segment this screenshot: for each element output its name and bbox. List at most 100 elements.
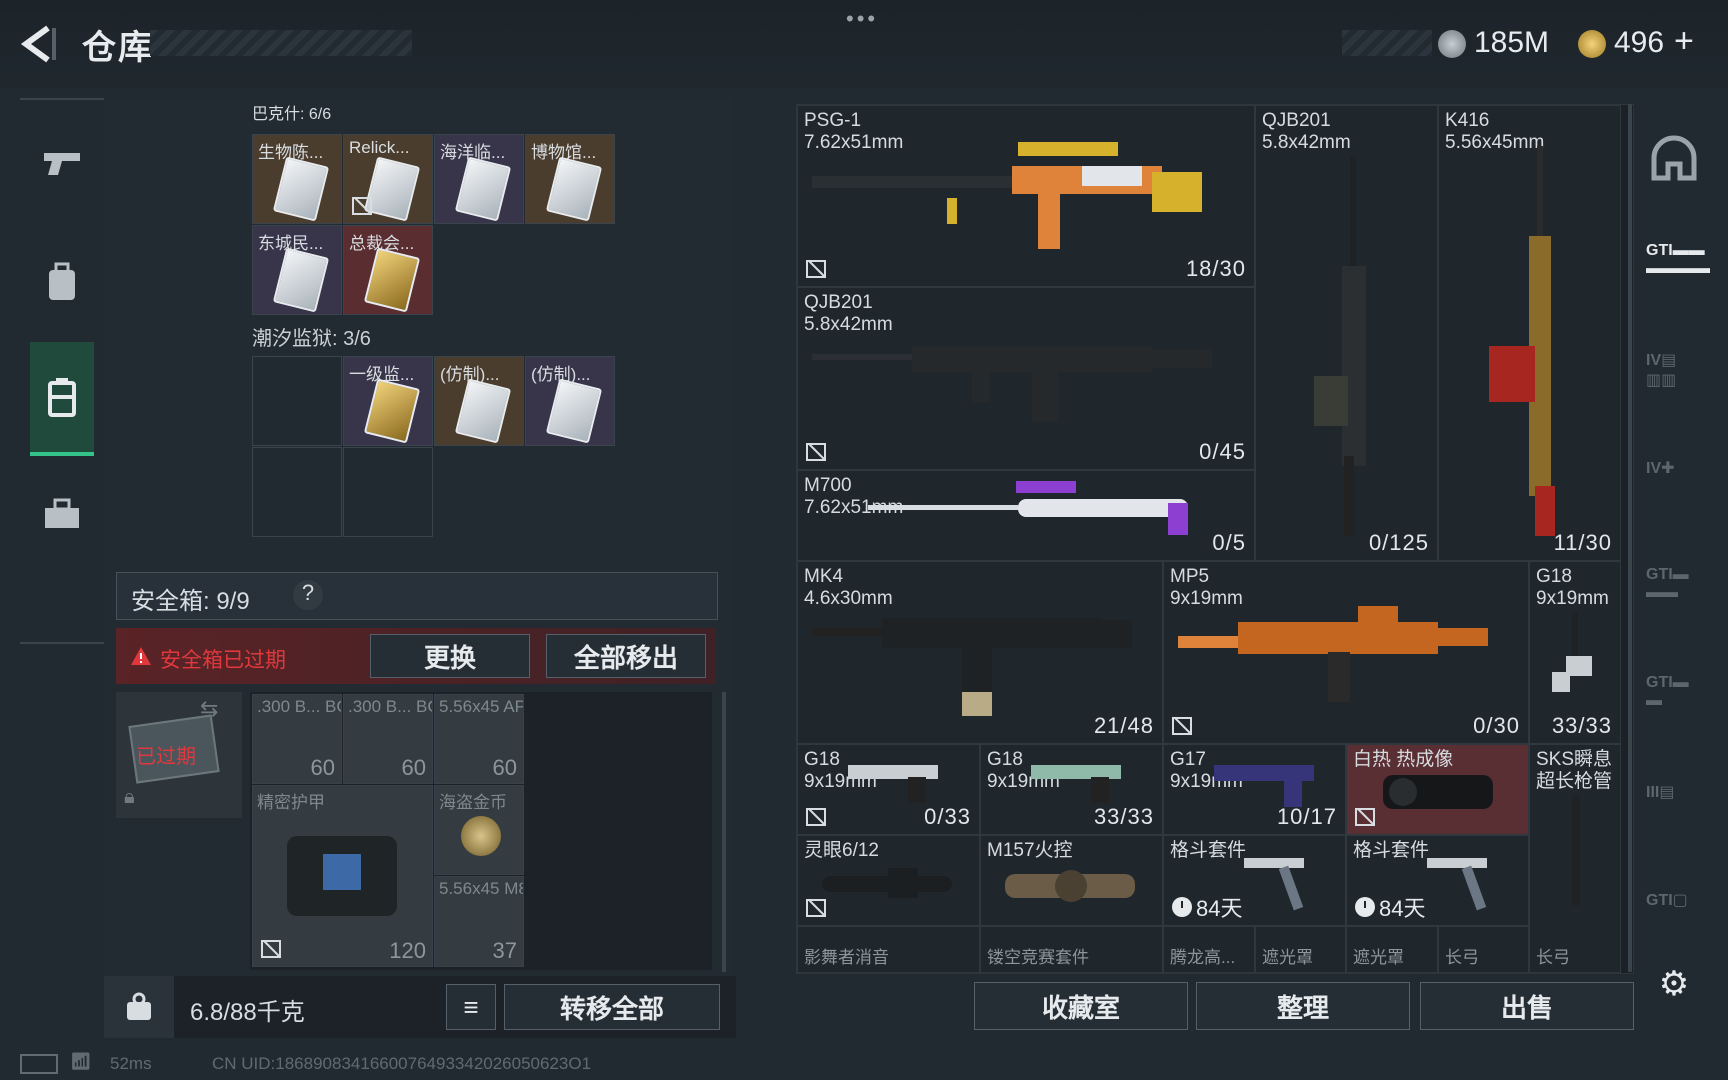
weight-icon (104, 976, 174, 1038)
loot-item[interactable]: 海盗金币 (434, 785, 524, 875)
key-card-slot[interactable]: (仿制)... (525, 356, 615, 446)
vest-filter-icon[interactable]: III▤ (1646, 782, 1702, 834)
more-icon[interactable]: ••• (846, 6, 878, 32)
key-card-slot[interactable]: (仿制)... (434, 356, 524, 446)
gti-smg-filter-icon[interactable]: GTI▬ ▬▬ (1646, 566, 1702, 618)
armor-filter-icon[interactable]: IV▤ ▥▥ (1646, 350, 1702, 402)
scope-icon (822, 868, 952, 898)
replace-button[interactable]: 更换 (370, 634, 530, 678)
weapon-k416[interactable]: K416 5.56x45mm 11/30 (1438, 105, 1621, 561)
no-bind-icon (806, 899, 826, 917)
armor-image (287, 836, 397, 916)
attachment-fire-control[interactable]: M157火控 (980, 835, 1163, 926)
empty-slot[interactable] (252, 356, 342, 446)
key-card-slot[interactable]: 东城民... (252, 225, 342, 315)
weapon-g18-tall[interactable]: G18 9x19mm 33/33 (1529, 561, 1621, 744)
swap-icon[interactable]: ⇆ (200, 696, 218, 722)
key-card-slot[interactable]: 总裁会... (343, 225, 433, 315)
smg-icon (1178, 606, 1488, 702)
empty-slot[interactable] (252, 447, 342, 537)
nav-storage[interactable] (30, 342, 94, 456)
attachment-slot[interactable]: 遮光罩 (1255, 926, 1346, 973)
helmet-filter-icon[interactable] (1646, 134, 1702, 186)
scrollbar[interactable] (722, 692, 726, 972)
currency-silver: 185M (1474, 26, 1550, 59)
weapon-m700[interactable]: M700 7.62x51mm 0/5 (797, 470, 1255, 561)
rifle-icon (812, 142, 1202, 249)
safebox-contents: .300 B... BCP FMJ60 .300 B... BCP FMJ60 … (250, 692, 712, 970)
no-bind-icon (1172, 717, 1192, 735)
weapon-g18[interactable]: G18 9x19mm 0/33 (797, 744, 980, 835)
grip-icon (1244, 858, 1304, 911)
gti-rifle-filter-icon[interactable]: GTI▬▬ ▬▬▬▬ (1646, 242, 1710, 294)
gti-pistol-filter-icon[interactable]: GTI▬ ▬ (1646, 674, 1702, 726)
scrollbar[interactable] (1628, 104, 1632, 972)
status-bar: 📶︎ 52ms CN UID:1868908341660076493342026… (0, 1050, 1728, 1080)
settings-gear-icon[interactable]: ⚙ (1646, 964, 1702, 1016)
weapon-qjb201[interactable]: QJB201 5.8x42mm 0/45 (797, 287, 1255, 470)
pistol-icon (44, 153, 80, 175)
gti-misc-filter-icon[interactable]: GTI▢ (1646, 890, 1702, 942)
expired-badge: 已过期 (136, 746, 196, 768)
weapon-psg1[interactable]: PSG-1 7.62x51mm 18/30 (797, 105, 1255, 287)
attachment-thermal-scope[interactable]: 白热 热成像 (1346, 744, 1529, 835)
safebox-header: 安全箱: 9/9 ? (116, 572, 718, 620)
loot-item[interactable]: 5.56x45 AP 60 (434, 694, 524, 784)
pistol-icon (1552, 612, 1592, 692)
expired-text: 安全箱已过期 (160, 649, 286, 672)
collection-room-button[interactable]: 收藏室 (974, 982, 1188, 1030)
loot-item[interactable]: .300 B... BCP FMJ60 (252, 694, 342, 784)
list-view-icon[interactable]: ≡ (446, 984, 496, 1030)
organize-button[interactable]: 整理 (1196, 982, 1410, 1030)
weapon-g18[interactable]: G18 9x19mm 33/33 (980, 744, 1163, 835)
backpack-icon (49, 262, 75, 300)
attachment-sks-barrel[interactable]: SKS瞬息 超长枪管 长弓 (1529, 744, 1621, 973)
days-remaining: 84天 (1196, 896, 1243, 921)
key-card-slot[interactable]: 博物馆... (525, 134, 615, 224)
empty-slot[interactable] (343, 447, 433, 537)
weight-value: 6.8/88千克 (190, 999, 305, 1026)
loot-item[interactable]: .300 B... BCP FMJ60 (343, 694, 433, 784)
help-icon[interactable]: ? (293, 580, 323, 610)
key-card-icon (545, 378, 603, 444)
attachment-slot[interactable]: 腾龙高... (1163, 926, 1255, 973)
side-nav (20, 98, 104, 644)
safebox-item[interactable]: 已过期 ⇆ 🔒︎ (116, 692, 242, 818)
weapon-mk4[interactable]: MK4 4.6x30mm 21/48 (797, 561, 1163, 744)
ping-value: 52ms (110, 1054, 152, 1073)
key-card-slot[interactable]: Relick... (343, 134, 433, 224)
nav-equipment[interactable] (30, 242, 94, 322)
attachment-slot[interactable]: 影舞者消音 (797, 926, 980, 973)
key-card-slot[interactable]: 生物陈... (252, 134, 342, 224)
filter-rail: GTI▬▬ ▬▬▬▬ IV▤ ▥▥ IV✚ GTI▬ ▬▬ GTI▬ ▬ III▤ GT… (1640, 104, 1710, 1024)
fire-control-icon (1005, 870, 1135, 902)
expired-bar: 安全箱已过期 更换 全部移出 (116, 628, 716, 684)
key-card-slot[interactable]: 海洋临... (434, 134, 524, 224)
attachment-fight-kit[interactable]: 格斗套件 84天 (1163, 835, 1346, 926)
transfer-all-button[interactable]: 转移全部 (504, 984, 720, 1030)
clock-icon (1355, 897, 1375, 917)
section-label: 巴克什: 6/6 (252, 106, 332, 123)
back-arrow-icon[interactable] (18, 22, 58, 66)
attachment-scope[interactable]: 灵眼6/12 (797, 835, 980, 926)
nav-weapons[interactable] (30, 122, 94, 202)
weapon-g17[interactable]: G17 9x19mm 10/17 (1163, 744, 1346, 835)
add-currency-button[interactable]: + (1674, 22, 1694, 61)
attachment-slot[interactable]: 长弓 (1438, 926, 1529, 973)
attachment-slot[interactable]: 镂空竞赛套件 (980, 926, 1163, 973)
remove-all-button[interactable]: 全部移出 (546, 634, 706, 678)
nav-toolbox[interactable] (30, 474, 94, 554)
no-bind-icon (806, 443, 826, 461)
medkit-filter-icon[interactable]: IV✚ (1646, 458, 1702, 510)
loot-item[interactable]: 5.56x45 M855A137 (434, 876, 524, 967)
sell-button[interactable]: 出售 (1420, 982, 1634, 1030)
key-card-icon (363, 156, 421, 222)
weapon-grid: PSG-1 7.62x51mm 18/30 QJB201 5.8x42mm 0/… (796, 104, 1634, 974)
weapon-qjb201-lmg[interactable]: QJB201 5.8x42mm 0/125 (1255, 105, 1438, 561)
attachment-slot[interactable]: 遮光罩 (1346, 926, 1438, 973)
loot-item-armor[interactable]: 精密护甲 120 (252, 785, 433, 967)
battery-icon (20, 1054, 58, 1074)
key-card-slot[interactable]: 一级监... (343, 356, 433, 446)
weapon-mp5[interactable]: MP5 9x19mm 0/30 (1163, 561, 1529, 744)
attachment-fight-kit[interactable]: 格斗套件 84天 (1346, 835, 1529, 926)
